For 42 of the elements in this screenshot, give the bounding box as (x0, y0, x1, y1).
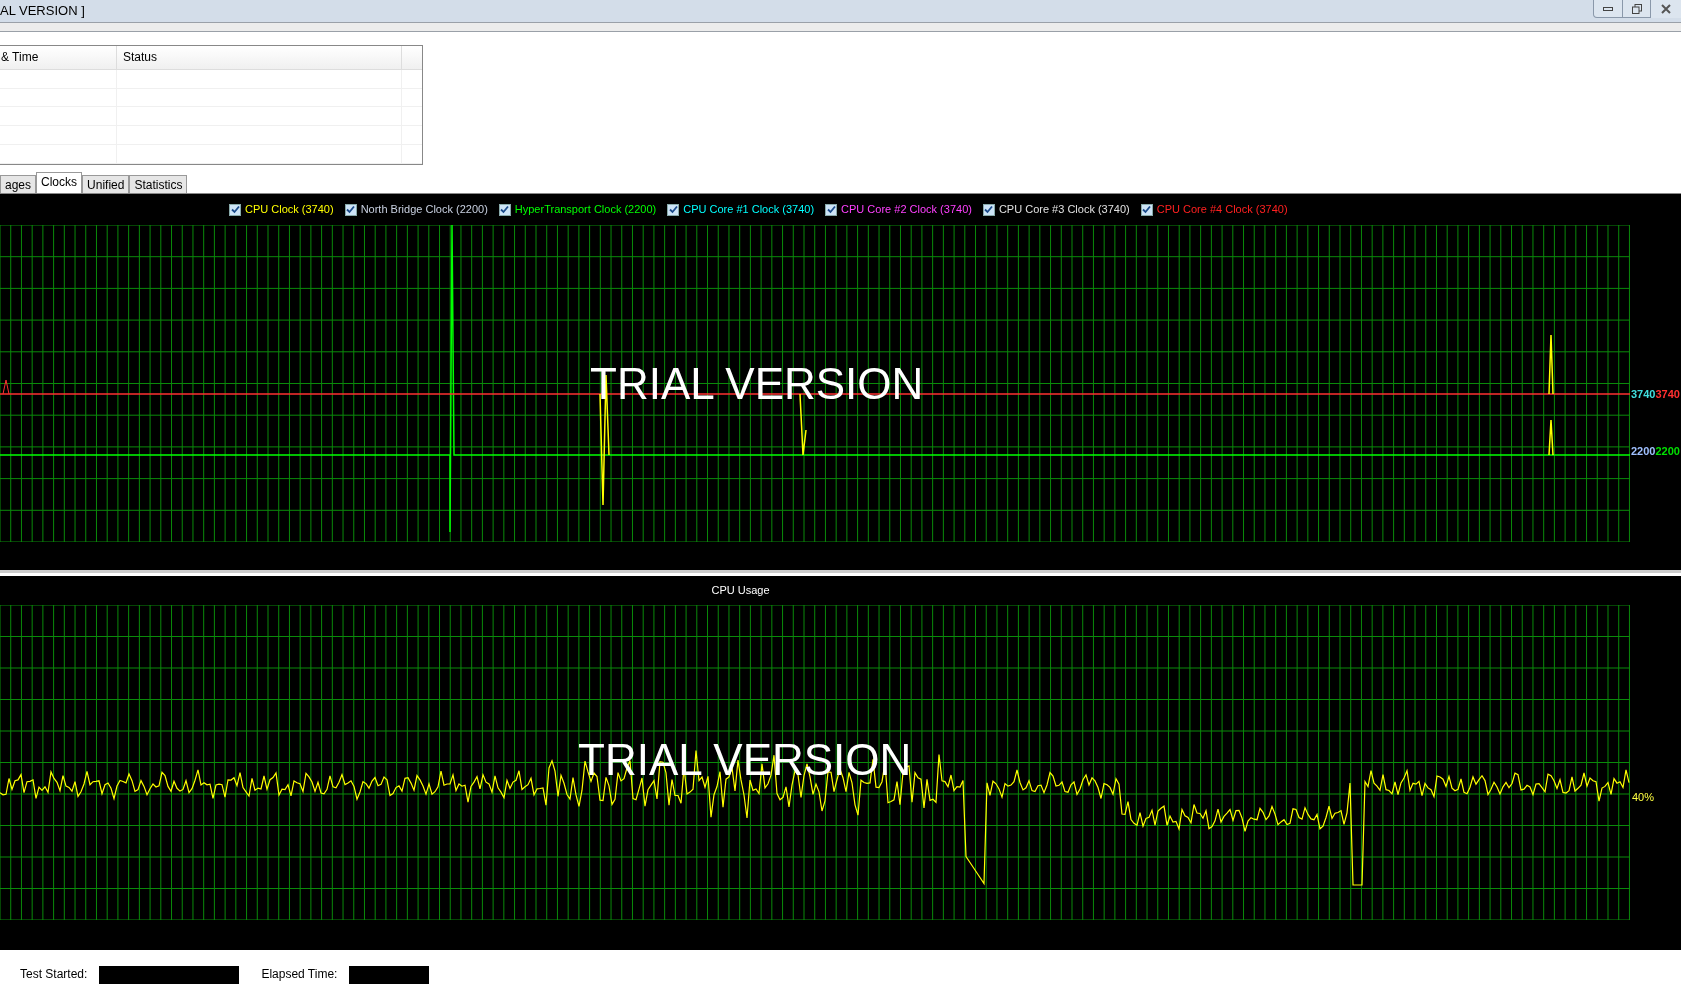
value-label: 3740 (1655, 388, 1680, 400)
field-label: Elapsed Time: (261, 966, 338, 983)
check-icon (668, 205, 678, 214)
restore-button[interactable] (1623, 0, 1651, 18)
field-label: Test Started: (20, 966, 88, 983)
check-icon (1142, 205, 1152, 214)
legend-label: CPU Core #4 Clock (3740) (1156, 202, 1288, 218)
column-header[interactable]: & Time (0, 46, 117, 69)
legend-label: North Bridge Clock (2200) (360, 202, 488, 218)
close-icon (1661, 4, 1671, 14)
checkbox[interactable] (1140, 203, 1153, 216)
tab[interactable]: Clocks (36, 172, 83, 193)
check-icon (984, 205, 994, 214)
check-icon (826, 205, 836, 214)
value-label: 40% (1632, 790, 1655, 805)
legend-label: HyperTransport Clock (2200) (514, 202, 657, 218)
checkbox[interactable] (667, 203, 680, 216)
chart-title: CPU Usage (711, 583, 770, 599)
checkbox[interactable] (982, 203, 995, 216)
value-label: 2200 (1655, 445, 1680, 457)
window-title: AL VERSION ] (0, 2, 85, 21)
tab[interactable]: ages (0, 175, 37, 193)
value-label: 2200 (1631, 445, 1656, 457)
minimize-button[interactable] (1593, 0, 1623, 18)
checkbox[interactable] (344, 203, 357, 216)
check-icon (230, 205, 240, 214)
legend-label: CPU Clock (3740) (245, 202, 334, 218)
tab[interactable]: Statistics (129, 175, 188, 193)
checkbox[interactable] (498, 203, 511, 216)
restore-icon (1631, 3, 1642, 14)
value-label: 3740 (1631, 388, 1656, 400)
checkbox[interactable] (229, 203, 241, 216)
legend-label: CPU Core #1 Clock (3740) (683, 202, 815, 218)
check-icon (346, 205, 356, 214)
close-button[interactable] (1651, 0, 1681, 18)
legend-label: CPU Core #2 Clock (3740) (841, 202, 972, 218)
check-icon (500, 205, 510, 214)
column-header[interactable]: Status (117, 46, 402, 69)
tab[interactable]: Unified (82, 175, 130, 193)
minimize-icon (1603, 6, 1613, 11)
legend-label: CPU Core #3 Clock (3740) (998, 202, 1130, 218)
checkbox[interactable] (825, 203, 838, 216)
